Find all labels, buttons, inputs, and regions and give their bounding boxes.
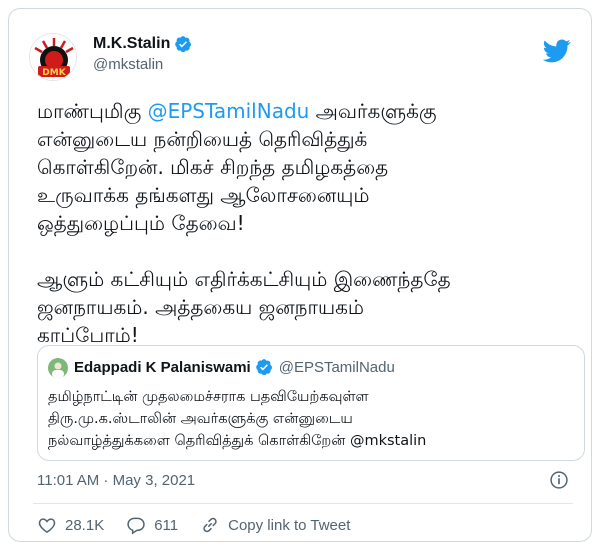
quoted-text: தமிழ்நாட்டின் முதலமைச்சராக பதவியேற்கவுள்…: [48, 389, 427, 449]
like-count: 28.1K: [65, 516, 105, 534]
author-avatar[interactable]: DMK: [29, 33, 77, 81]
tweet-text-rest: அவர்களுக்கு என்னுடைய நன்றியைத் தெரிவித்த…: [37, 99, 451, 347]
tweet-timestamp[interactable]: 11:01 AM · May 3, 2021: [37, 472, 195, 489]
reply-button[interactable]: 611: [126, 515, 178, 535]
quoted-tweet[interactable]: Edappadi K Palaniswami @EPSTamilNadu தமி…: [37, 345, 585, 461]
mention-link[interactable]: @EPSTamilNadu: [148, 99, 310, 123]
twitter-bird-icon[interactable]: [543, 39, 571, 63]
author-handle[interactable]: @mkstalin: [93, 56, 192, 73]
copy-link-label: Copy link to Tweet: [228, 516, 351, 534]
like-button[interactable]: 28.1K: [37, 515, 104, 535]
quoted-author-handle[interactable]: @EPSTamilNadu: [279, 359, 395, 376]
reply-count: 611: [154, 516, 179, 534]
divider: [33, 503, 573, 504]
verified-badge-icon: [255, 359, 272, 376]
author-names: M.K.Stalin @mkstalin: [93, 35, 192, 73]
link-icon: [203, 517, 217, 533]
verified-badge-icon: [175, 36, 192, 53]
tweet-header: DMK M.K.Stalin @mkstalin: [25, 25, 575, 81]
copy-link-button[interactable]: Copy link to Tweet: [200, 515, 350, 535]
quoted-author-avatar[interactable]: [48, 358, 68, 378]
heart-icon: [38, 518, 56, 533]
info-icon[interactable]: [549, 470, 569, 490]
avatar-logo-text: DMK: [42, 68, 66, 78]
author-display-name[interactable]: M.K.Stalin: [93, 35, 170, 53]
reply-bubble-icon: [127, 517, 145, 535]
tweet-actions: 28.1K 611 Copy link to Tweet: [37, 515, 372, 535]
tweet-body: மாண்புமிகு @EPSTamilNadu அவர்களுக்கு என்…: [37, 97, 577, 349]
quoted-author-name[interactable]: Edappadi K Palaniswami: [74, 359, 251, 376]
tweet-card: DMK M.K.Stalin @mkstalin மாண்புமிகு @EPS…: [8, 8, 592, 542]
tweet-text-start: மாண்புமிகு: [37, 99, 148, 123]
quoted-header: Edappadi K Palaniswami @EPSTamilNadu: [74, 358, 395, 376]
